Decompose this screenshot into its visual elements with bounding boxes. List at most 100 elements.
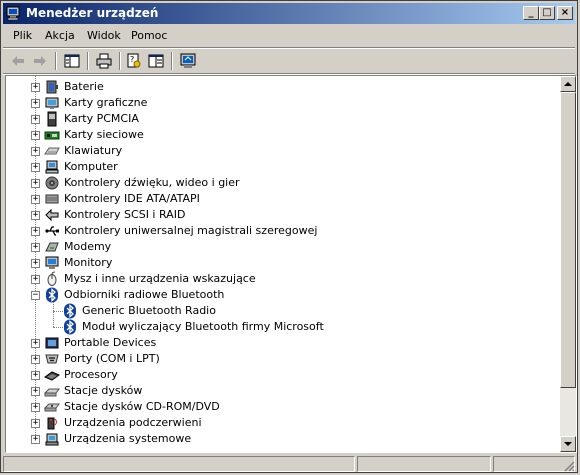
show-hide-console-tree-icon[interactable] [63, 52, 81, 70]
expand-toggle-icon[interactable]: + [31, 115, 40, 124]
scroll-up-arrow-icon [564, 82, 572, 86]
expand-toggle-icon[interactable]: + [31, 275, 40, 284]
tree-item-label: Komputer [64, 160, 118, 173]
expand-toggle-icon[interactable]: + [31, 211, 40, 220]
tree-item-label: Urządzenia systemowe [64, 432, 192, 445]
expand-toggle-icon[interactable]: + [31, 243, 40, 252]
tree-item-label: Kontrolery uniwersalnej magistrali szere… [64, 224, 318, 237]
modem-icon [45, 242, 59, 252]
expand-toggle-icon[interactable]: + [31, 435, 40, 444]
scroll-up-button[interactable] [560, 76, 576, 92]
scroll-thumb[interactable] [560, 92, 576, 388]
battery-icon [46, 80, 58, 94]
tree-item-label: Procesory [64, 368, 118, 381]
tree-child-connector-line [53, 300, 54, 327]
tree-item-label: Karty sieciowe [64, 128, 144, 141]
status-panel-middle [357, 456, 491, 472]
expand-toggle-icon[interactable]: + [31, 147, 40, 156]
close-button[interactable]: × [557, 6, 573, 20]
tree-item-label: Karty graficzne [64, 96, 148, 109]
print-icon[interactable] [95, 52, 113, 70]
expand-toggle-icon[interactable]: + [31, 371, 40, 380]
device-tree[interactable]: + Baterie + Karty graficzne + Karty PCMCIA + Ka… [6, 76, 560, 452]
status-panel-main [3, 456, 355, 472]
expand-toggle-icon[interactable]: + [31, 339, 40, 348]
scsi-controller-icon [45, 208, 59, 222]
expand-toggle-icon[interactable]: + [31, 259, 40, 268]
port-icon [45, 354, 59, 364]
scroll-down-button[interactable] [560, 436, 576, 452]
network-adapter-icon [44, 131, 60, 140]
pcmcia-icon [47, 111, 57, 127]
expand-toggle-icon[interactable]: + [31, 163, 40, 172]
bluetooth-icon [64, 303, 76, 319]
tree-item-label: Portable Devices [64, 336, 157, 349]
maximize-icon: □ [542, 7, 552, 18]
infrared-icon [47, 417, 57, 430]
toolbar-separator [87, 52, 89, 70]
title-bar[interactable]: Menedżer urządzeń _ □ × [3, 3, 575, 24]
forward-arrow-icon[interactable] [31, 52, 49, 70]
toolbar-separator [171, 52, 173, 70]
status-bar [3, 455, 575, 472]
minimize-icon: _ [528, 7, 534, 18]
disk-drive-icon [44, 388, 60, 397]
tree-item-label: Stacje dysków CD-ROM/DVD [64, 400, 220, 413]
tree-item-label: Odbiorniki radiowe Bluetooth [64, 288, 225, 301]
keyboard-icon [44, 147, 60, 155]
expand-toggle-icon[interactable]: + [31, 403, 40, 412]
expand-toggle-icon[interactable]: + [31, 83, 40, 92]
help-icon[interactable] [147, 52, 165, 70]
toolbar: ? [3, 49, 575, 73]
tree-item-label: Klawiatury [64, 144, 123, 157]
tree-item-label: Stacje dysków [64, 384, 143, 397]
expand-toggle-icon[interactable]: + [31, 227, 40, 236]
toolbar-separator [55, 52, 57, 70]
resize-grip-icon[interactable] [563, 460, 575, 472]
monitor-icon [45, 256, 59, 269]
portable-device-icon [45, 337, 59, 349]
tree-item-label: Mysz i inne urządzenia wskazujące [64, 272, 256, 285]
scroll-down-arrow-icon [564, 442, 572, 446]
expand-toggle-icon[interactable]: + [31, 387, 40, 396]
vertical-scrollbar[interactable] [560, 76, 576, 452]
mouse-icon [47, 271, 57, 286]
expand-toggle-icon[interactable]: + [31, 99, 40, 108]
usb-icon [45, 226, 59, 236]
scan-hardware-icon[interactable] [179, 52, 197, 70]
properties-icon[interactable]: ? [125, 52, 143, 70]
collapse-toggle-icon[interactable]: − [31, 291, 40, 300]
menu-plik[interactable]: Plik [13, 29, 32, 42]
tree-item-label: Kontrolery SCSI i RAID [64, 208, 186, 221]
tree-item-label: Modemy [64, 240, 112, 253]
tree-item-label: Generic Bluetooth Radio [82, 304, 216, 317]
device-manager-window: Menedżer urządzeń _ □ × Plik Akcja Widok… [0, 0, 578, 473]
computer-icon [45, 160, 59, 174]
minimize-button[interactable]: _ [523, 6, 539, 20]
device-manager-app-icon [6, 6, 20, 21]
back-arrow-icon[interactable] [9, 52, 27, 70]
menu-widok[interactable]: Widok [87, 29, 121, 42]
menu-pomoc[interactable]: Pomoc [131, 29, 167, 42]
sound-controller-icon [45, 176, 59, 190]
bluetooth-icon [64, 319, 76, 335]
toolbar-separator [119, 52, 121, 70]
window-title: Menedżer urządzeń [26, 6, 159, 20]
expand-toggle-icon[interactable]: + [31, 131, 40, 140]
ide-controller-icon [45, 194, 59, 204]
maximize-button[interactable]: □ [539, 6, 555, 20]
menu-bar: Plik Akcja Widok Pomoc [3, 25, 575, 47]
expand-toggle-icon[interactable]: + [31, 355, 40, 364]
tree-item-label: Urządzenia podczerwieni [64, 416, 202, 429]
processor-icon [44, 371, 60, 381]
system-device-icon [45, 433, 59, 446]
expand-toggle-icon[interactable]: + [31, 195, 40, 204]
tree-item-label: Kontrolery IDE ATA/ATAPI [64, 192, 200, 205]
expand-toggle-icon[interactable]: + [31, 419, 40, 428]
tree-item-label: Karty PCMCIA [64, 112, 139, 125]
tree-item-label: Kontrolery dźwięku, wideo i gier [64, 176, 240, 189]
expand-toggle-icon[interactable]: + [31, 179, 40, 188]
menu-akcja[interactable]: Akcja [45, 29, 75, 42]
tree-item-label: Porty (COM i LPT) [64, 352, 160, 365]
bluetooth-icon [46, 287, 58, 303]
